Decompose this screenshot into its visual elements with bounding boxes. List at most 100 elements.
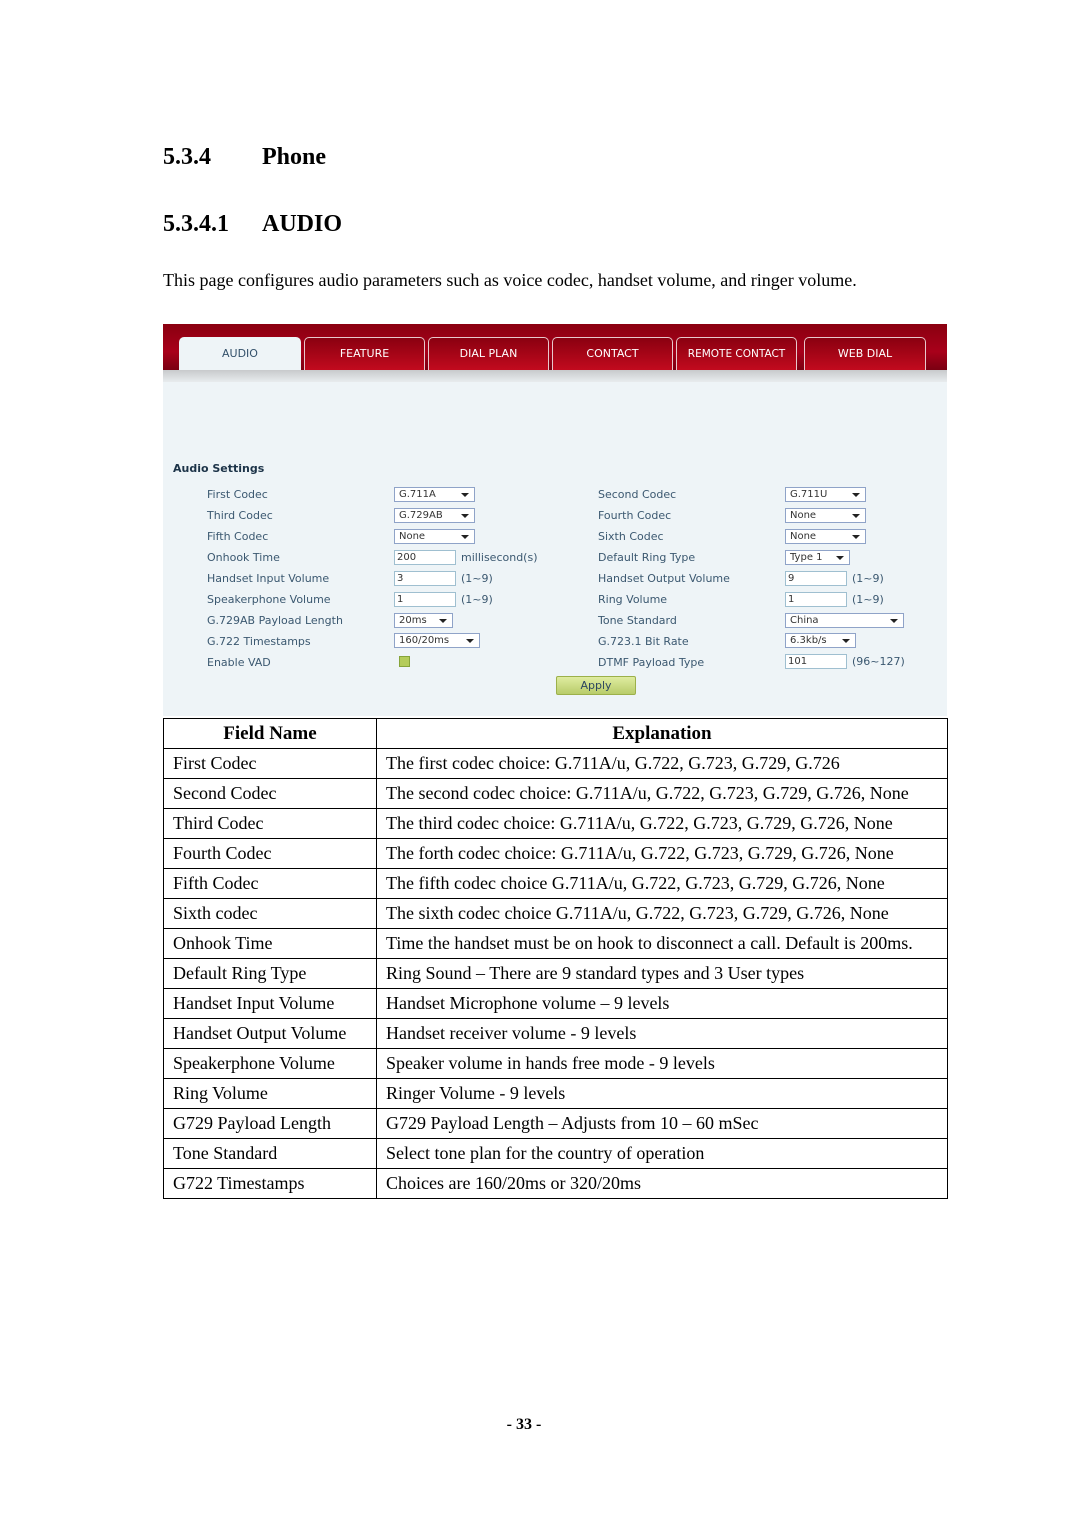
- table-row: G729 Payload Length G729 Payload Length –…: [163, 1108, 948, 1139]
- enable-vad-label: Enable VAD: [207, 656, 271, 669]
- field-name-cell: Default Ring Type: [163, 958, 377, 989]
- field-explanation-table: Field Name Explanation First Codec The fi…: [163, 718, 948, 1199]
- g7231-bit-rate-label: G.723.1 Bit Rate: [598, 635, 689, 648]
- fourth-codec-label: Fourth Codec: [598, 509, 672, 522]
- first-codec-value: G.711A: [399, 489, 436, 500]
- ring-volume-range: (1~9): [852, 593, 884, 606]
- field-name-cell: Ring Volume: [163, 1078, 377, 1109]
- field-name-cell: Third Codec: [163, 808, 377, 839]
- onhook-time-input[interactable]: 200: [394, 550, 456, 565]
- g722-timestamps-value: 160/20ms: [399, 635, 450, 646]
- explanation-cell: The forth codec choice: G.711A/u, G.722,…: [376, 838, 948, 869]
- enable-vad-checkbox[interactable]: [399, 656, 410, 667]
- tab-audio[interactable]: AUDIO: [179, 337, 301, 370]
- section-number: 5.3.4: [163, 144, 211, 170]
- table-row: Sixth codec The sixth codec choice G.711A…: [163, 898, 948, 929]
- chevron-down-icon: [439, 619, 447, 623]
- fifth-codec-value: None: [399, 531, 426, 542]
- onhook-time-label: Onhook Time: [207, 551, 280, 564]
- table-row: Tone Standard Select tone plan for the co…: [163, 1138, 948, 1169]
- tone-standard-select[interactable]: China: [785, 613, 904, 628]
- table-row: First Codec The first codec choice: G.711…: [163, 748, 948, 779]
- explanation-cell: Handset receiver volume - 9 levels: [376, 1018, 948, 1049]
- table-row: Handset Output Volume Handset receiver vo…: [163, 1018, 948, 1049]
- tab-web-dial[interactable]: WEB DIAL: [804, 337, 926, 370]
- table-row: Fourth Codec The forth codec choice: G.71…: [163, 838, 948, 869]
- tab-remote-contact[interactable]: REMOTE CONTACT: [676, 337, 797, 370]
- field-name-cell: Second Codec: [163, 778, 377, 809]
- dtmf-payload-type-label: DTMF Payload Type: [598, 656, 705, 669]
- explanation-cell: The sixth codec choice G.711A/u, G.722, …: [376, 898, 948, 929]
- field-name-cell: G729 Payload Length: [163, 1108, 377, 1139]
- tone-standard-value: China: [790, 615, 819, 626]
- tab-contact[interactable]: CONTACT: [552, 337, 673, 370]
- apply-button[interactable]: Apply: [556, 676, 636, 695]
- second-codec-select[interactable]: G.711U: [785, 487, 866, 502]
- fifth-codec-select[interactable]: None: [394, 529, 475, 544]
- g722-timestamps-select[interactable]: 160/20ms: [394, 633, 480, 648]
- chevron-down-icon: [842, 639, 850, 643]
- page-number: - 33 -: [506, 1416, 542, 1433]
- section-heading: 5.3.4 Phone: [163, 144, 326, 171]
- explanation-cell: Time the handset must be on hook to disc…: [376, 928, 948, 959]
- chevron-down-icon: [466, 639, 474, 643]
- g729ab-payload-select[interactable]: 20ms: [394, 613, 453, 628]
- field-name-cell: Onhook Time: [163, 928, 377, 959]
- speakerphone-volume-input[interactable]: 1: [394, 592, 456, 607]
- table-row: Second Codec The second codec choice: G.7…: [163, 778, 948, 809]
- chevron-down-icon: [852, 514, 860, 518]
- field-name-cell: G722 Timestamps: [163, 1168, 377, 1199]
- dtmf-payload-type-input[interactable]: 101: [785, 654, 847, 669]
- explanation-cell: Handset Microphone volume – 9 levels: [376, 988, 948, 1019]
- third-codec-label: Third Codec: [207, 509, 273, 522]
- g7231-bit-rate-value: 6.3kb/s: [790, 635, 827, 646]
- explanation-cell: The first codec choice: G.711A/u, G.722,…: [376, 748, 948, 779]
- field-name-cell: Fourth Codec: [163, 838, 377, 869]
- intro-paragraph: This page configures audio parameters su…: [163, 270, 857, 290]
- audio-settings-screenshot: AUDIO FEATURE DIAL PLAN CONTACT REMOTE C…: [163, 324, 947, 716]
- tab-feature[interactable]: FEATURE: [304, 337, 425, 370]
- table-row: Default Ring Type Ring Sound – There are …: [163, 958, 948, 989]
- fourth-codec-select[interactable]: None: [785, 508, 866, 523]
- tab-dial-plan[interactable]: DIAL PLAN: [428, 337, 549, 370]
- chevron-down-icon: [852, 535, 860, 539]
- handset-input-volume-label: Handset Input Volume: [207, 572, 330, 585]
- header-field-name: Field Name: [163, 718, 377, 749]
- third-codec-select[interactable]: G.729AB: [394, 508, 475, 523]
- subsection-heading: 5.3.4.1 AUDIO: [163, 211, 342, 238]
- handset-input-volume-range: (1~9): [461, 572, 493, 585]
- tone-standard-label: Tone Standard: [598, 614, 677, 627]
- explanation-cell: Speaker volume in hands free mode - 9 le…: [376, 1048, 948, 1079]
- fourth-codec-value: None: [790, 510, 817, 521]
- handset-output-volume-input[interactable]: 9: [785, 571, 847, 586]
- speakerphone-volume-label: Speakerphone Volume: [207, 593, 331, 606]
- first-codec-select[interactable]: G.711A: [394, 487, 475, 502]
- default-ring-type-label: Default Ring Type: [598, 551, 696, 564]
- explanation-cell: G729 Payload Length – Adjusts from 10 – …: [376, 1108, 948, 1139]
- speakerphone-volume-range: (1~9): [461, 593, 493, 606]
- ring-volume-input[interactable]: 1: [785, 592, 847, 607]
- g722-timestamps-label: G.722 Timestamps: [207, 635, 311, 648]
- field-name-cell: Handset Input Volume: [163, 988, 377, 1019]
- subsection-title: AUDIO: [262, 211, 343, 237]
- explanation-cell: Choices are 160/20ms or 320/20ms: [376, 1168, 948, 1199]
- section-title: Phone: [262, 144, 327, 170]
- handset-input-volume-input[interactable]: 3: [394, 571, 456, 586]
- g729ab-payload-label: G.729AB Payload Length: [207, 614, 343, 627]
- field-name-cell: First Codec: [163, 748, 377, 779]
- handset-output-volume-label: Handset Output Volume: [598, 572, 730, 585]
- explanation-cell: Ringer Volume - 9 levels: [376, 1078, 948, 1109]
- g7231-bit-rate-select[interactable]: 6.3kb/s: [785, 633, 856, 648]
- chevron-down-icon: [461, 535, 469, 539]
- header-explanation: Explanation: [376, 718, 948, 749]
- chevron-down-icon: [461, 493, 469, 497]
- field-name-cell: Fifth Codec: [163, 868, 377, 899]
- explanation-cell: Ring Sound – There are 9 standard types …: [376, 958, 948, 989]
- explanation-cell: Select tone plan for the country of oper…: [376, 1138, 948, 1169]
- sixth-codec-select[interactable]: None: [785, 529, 866, 544]
- chevron-down-icon: [461, 514, 469, 518]
- chevron-down-icon: [852, 493, 860, 497]
- default-ring-type-select[interactable]: Type 1: [785, 550, 850, 565]
- table-row: Fifth Codec The fifth codec choice G.711A…: [163, 868, 948, 899]
- ring-volume-label: Ring Volume: [598, 593, 668, 606]
